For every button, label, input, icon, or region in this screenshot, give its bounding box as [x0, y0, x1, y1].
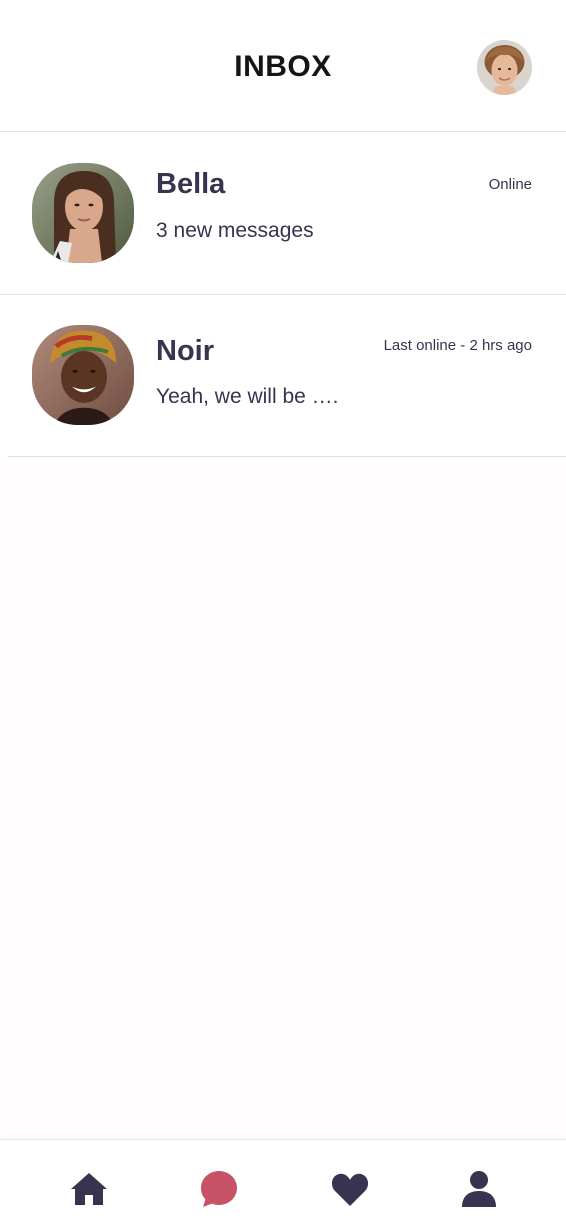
contact-name: Bella	[156, 168, 226, 200]
nav-profile-button[interactable]	[458, 1168, 500, 1210]
contact-avatar-image	[32, 325, 134, 425]
inbox-screen: INBOX Bella Online 3 new messages Noir L…	[0, 0, 566, 1232]
message-preview: Yeah, we will be ….	[156, 385, 339, 408]
status-text: Online	[488, 176, 532, 193]
status-text: Last online - 2 hrs ago	[383, 337, 532, 354]
contact-avatar	[32, 325, 134, 425]
bottom-nav	[0, 1139, 566, 1232]
home-icon	[71, 1173, 107, 1205]
nav-messages-button[interactable]	[198, 1168, 240, 1210]
contact-avatar-image	[32, 163, 134, 263]
user-icon	[462, 1171, 496, 1207]
message-preview: 3 new messages	[156, 219, 314, 242]
nav-home-button[interactable]	[68, 1168, 110, 1210]
heart-icon	[331, 1173, 369, 1206]
conversation-item-bella[interactable]: Bella Online 3 new messages	[0, 133, 566, 295]
conversation-item-noir[interactable]: Noir Last online - 2 hrs ago Yeah, we wi…	[0, 295, 566, 457]
list-divider	[8, 456, 566, 457]
header: INBOX	[0, 0, 566, 132]
profile-avatar[interactable]	[477, 40, 532, 95]
contact-name: Noir	[156, 335, 214, 367]
chat-bubble-icon	[201, 1171, 237, 1207]
profile-avatar-image	[477, 40, 532, 95]
contact-avatar	[32, 163, 134, 263]
nav-favorites-button[interactable]	[329, 1168, 371, 1210]
